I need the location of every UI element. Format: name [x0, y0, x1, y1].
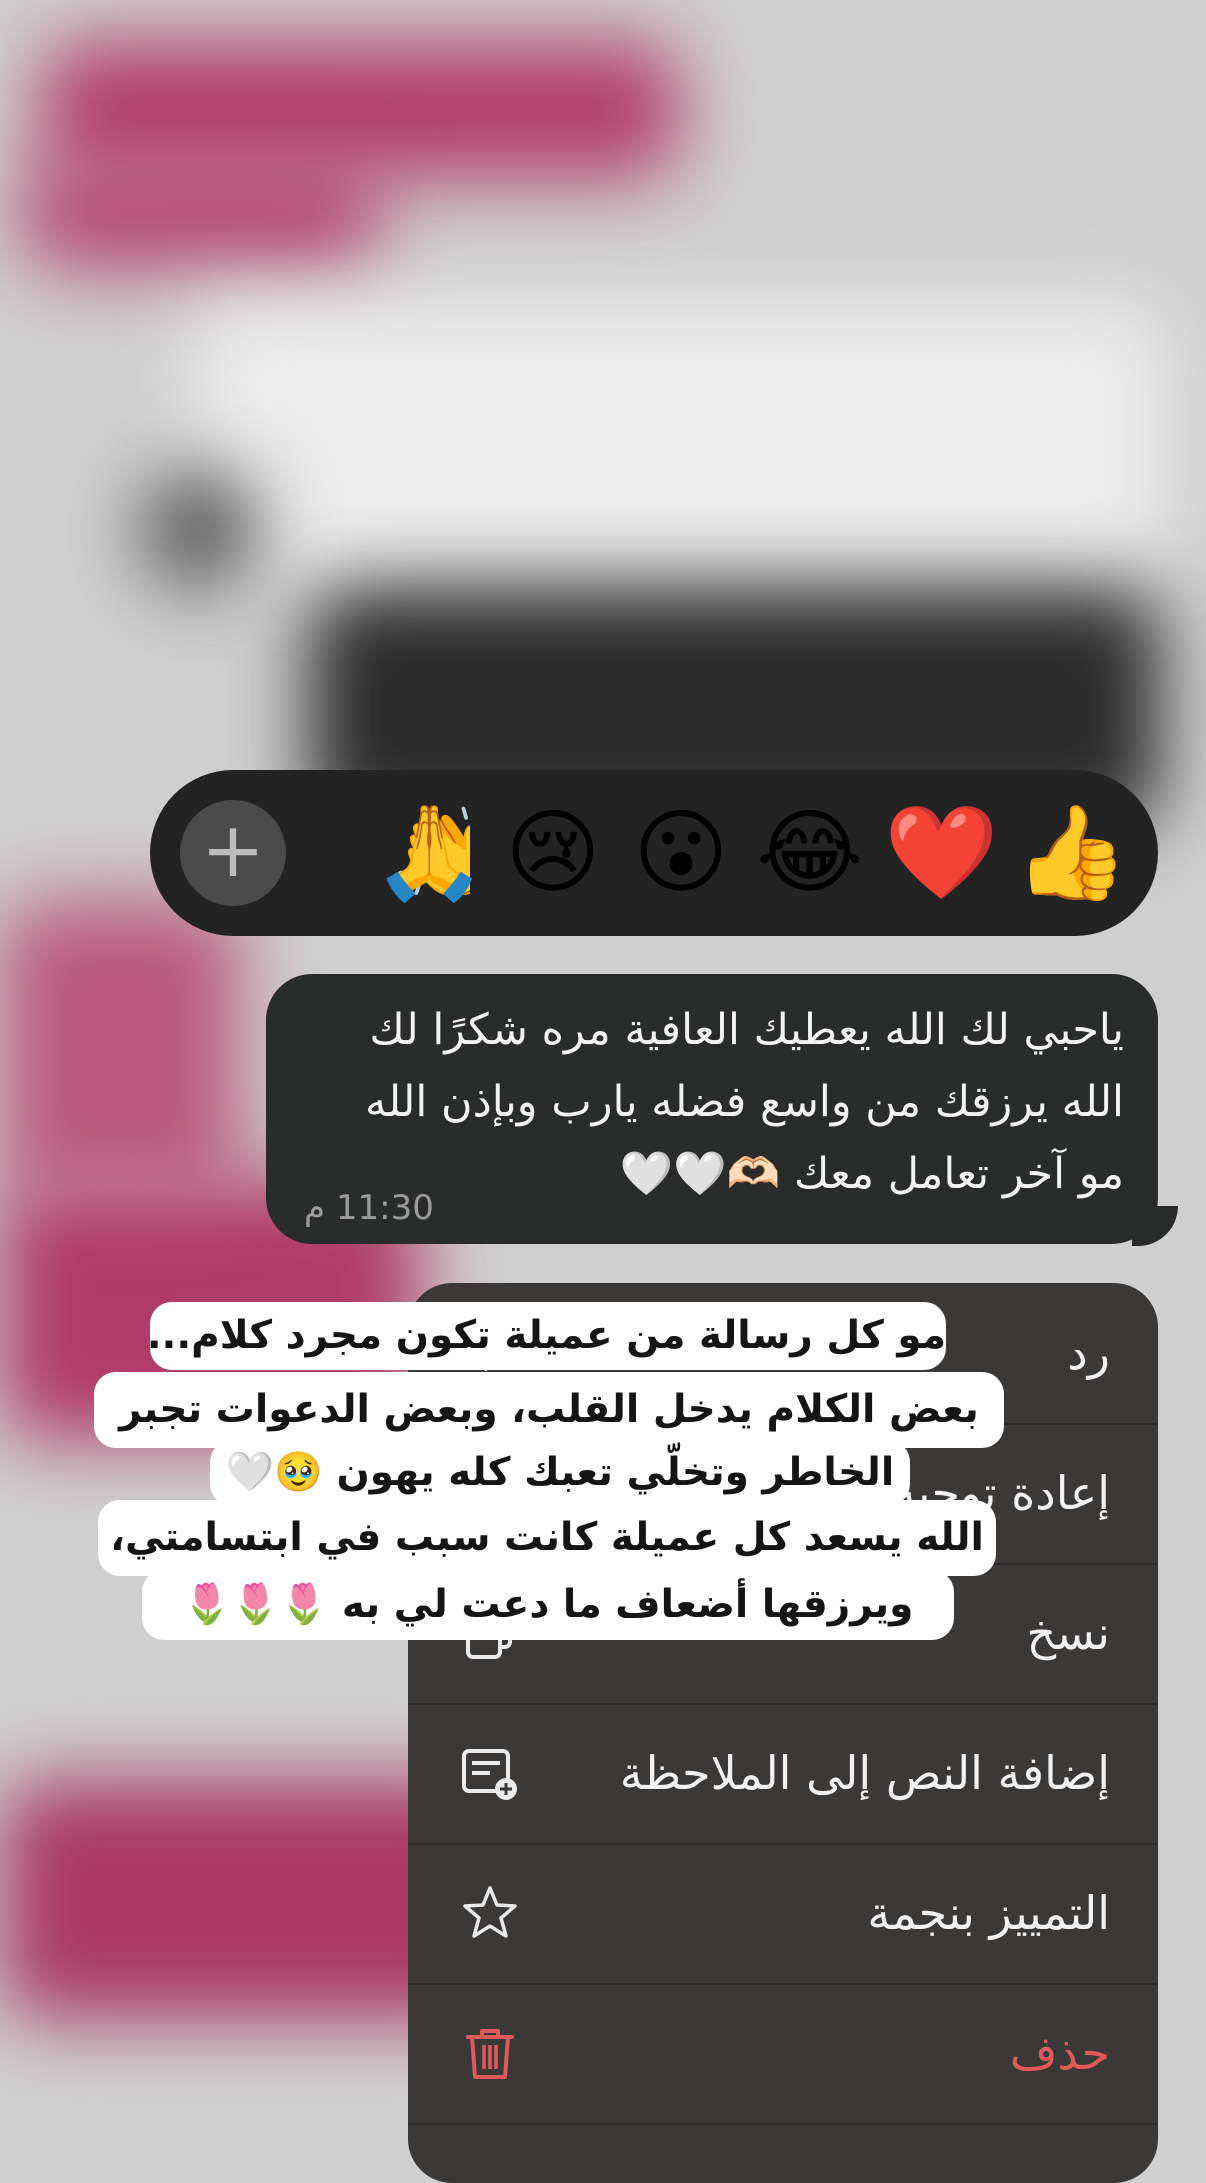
menu-item-label: التمييز بنجمة [867, 1886, 1110, 1940]
menu-item-label: حذف [1009, 2026, 1110, 2080]
caption-line: بعض الكلام يدخل القلب، وبعض الدعوات تجبر [94, 1372, 1004, 1448]
reaction-wow[interactable]: 😮 [628, 800, 734, 906]
reaction-laugh[interactable]: 😂 [756, 800, 864, 906]
reaction-bar: 👏 🙏 😢 😮 😂 ❤️ 👍 + [150, 770, 1158, 936]
reaction-pray[interactable]: 🙏 [372, 800, 487, 906]
caption-line: الله يسعد كل عميلة كانت سبب في ابتسامتي، [98, 1500, 996, 1576]
message-bubble[interactable]: ياحبي لك الله يعطيك العافية مره شكرًا لك… [266, 974, 1158, 1244]
bg-blob [20, 160, 380, 270]
star-icon [463, 1886, 517, 1938]
message-text: ياحبي لك الله يعطيك العافية مره شكرًا لك… [364, 1005, 1124, 1199]
bg-blob [40, 40, 680, 180]
menu-item-add-note[interactable]: إضافة النص إلى الملاحظة [408, 1703, 1158, 1845]
menu-item-label: إضافة النص إلى الملاحظة [619, 1746, 1110, 1800]
caption-line: مو كل رسالة من عميلة تكون مجرد كلام... [147, 1302, 946, 1370]
add-reaction-button[interactable]: + [180, 800, 286, 906]
bg-blob [0, 900, 240, 1200]
caption-line: ويرزقها أضعاف ما دعت لي به 🌷🌷🌷 [142, 1570, 954, 1640]
bg-blob [140, 470, 260, 590]
bg-blob [190, 300, 1170, 580]
trash-icon [466, 2029, 514, 2079]
menu-item-label: رد [1067, 1326, 1110, 1380]
reaction-heart[interactable]: ❤️ [884, 800, 999, 906]
caption-line: الخاطر وتخلّي تعبك كله يهون 🥹🤍 [210, 1440, 910, 1506]
menu-item-label: نسخ [1026, 1606, 1110, 1660]
add-note-icon [462, 1749, 517, 1800]
message-time: 11:30 م [304, 1188, 434, 1228]
reaction-thumbs-up[interactable]: 👍 [1014, 800, 1129, 906]
menu-item-star[interactable]: التمييز بنجمة [408, 1843, 1158, 1985]
menu-item-delete[interactable]: حذف [408, 1983, 1158, 2125]
reaction-cry[interactable]: 😢 [500, 800, 606, 906]
